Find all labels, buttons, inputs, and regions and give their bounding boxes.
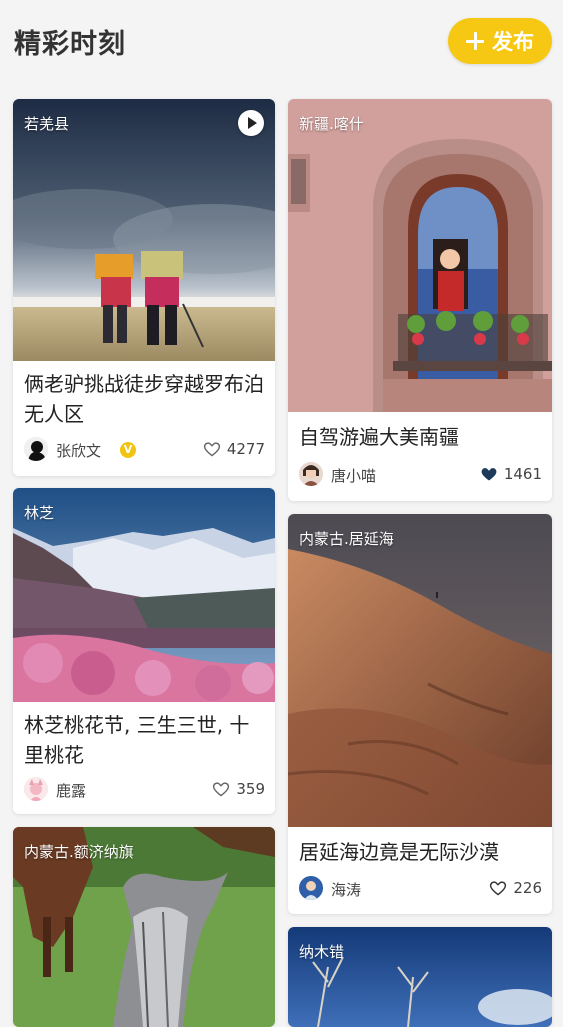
play-icon[interactable] (238, 110, 264, 136)
post-card[interactable]: 新疆.喀什 自驾游遍大美南疆 唐小喵 1461 (288, 99, 552, 501)
post-card[interactable]: 若羌县 俩老驴挑战徒步穿越罗布泊无人区 张欣文 V 4277 (13, 99, 275, 476)
post-image (288, 99, 552, 412)
post-image (288, 514, 552, 827)
location-label: 新疆.喀什 (299, 115, 364, 133)
heart-outline-icon (490, 881, 507, 896)
post-card[interactable]: 林芝 林芝桃花节, 三生三世, 十里桃花 鹿露 359 (13, 488, 275, 814)
heart-filled-icon (481, 468, 497, 481)
post-card[interactable]: 纳木错 (288, 927, 552, 1027)
page-title: 精彩时刻 (14, 29, 126, 60)
post-meta: 海涛 226 (299, 876, 542, 902)
post-image (13, 99, 275, 361)
author-name[interactable]: 张欣文 (56, 440, 101, 461)
like-count-label: 226 (513, 879, 542, 897)
post-meta: 鹿露 359 (24, 777, 265, 803)
location-label: 纳木错 (299, 943, 345, 961)
publish-button-label: 发布 (492, 30, 534, 54)
avatar[interactable] (24, 777, 48, 801)
avatar[interactable] (24, 437, 48, 461)
post-title: 居延海边竟是无际沙漠 (299, 840, 499, 864)
post-card[interactable]: 内蒙古.居延海 居延海边竟是无际沙漠 海涛 226 (288, 514, 552, 914)
post-card[interactable]: 内蒙古.额济纳旗 (13, 827, 275, 1027)
like-count-label: 359 (236, 780, 265, 798)
like-count-label: 1461 (503, 465, 542, 483)
verified-badge-icon: V (120, 442, 136, 458)
location-label: 内蒙古.居延海 (299, 530, 394, 548)
avatar[interactable] (299, 462, 323, 486)
author-name[interactable]: 海涛 (331, 879, 361, 900)
like-count-label: 4277 (226, 440, 265, 458)
like-count[interactable]: 359 (212, 780, 265, 798)
header-bar: 精彩时刻 发布 (0, 0, 563, 88)
author-name[interactable]: 鹿露 (56, 780, 86, 801)
like-count[interactable]: 1461 (480, 465, 542, 483)
author-name[interactable]: 唐小喵 (331, 465, 376, 486)
location-label: 内蒙古.额济纳旗 (24, 843, 134, 861)
post-meta: 张欣文 V 4277 (24, 437, 265, 463)
location-label: 若羌县 (24, 115, 70, 133)
avatar[interactable] (299, 876, 323, 900)
heart-outline-icon (213, 782, 230, 797)
plus-icon (466, 32, 484, 50)
post-meta: 唐小喵 1461 (299, 462, 542, 488)
post-title: 俩老驴挑战徒步穿越罗布泊无人区 (24, 372, 264, 426)
post-title: 林芝桃花节, 三生三世, 十里桃花 (24, 713, 250, 767)
heart-outline-icon (203, 442, 220, 457)
publish-button[interactable]: 发布 (448, 18, 552, 64)
like-count[interactable]: 226 (489, 879, 542, 897)
like-count[interactable]: 4277 (203, 440, 265, 458)
location-label: 林芝 (24, 504, 55, 522)
post-title: 自驾游遍大美南疆 (299, 425, 459, 449)
